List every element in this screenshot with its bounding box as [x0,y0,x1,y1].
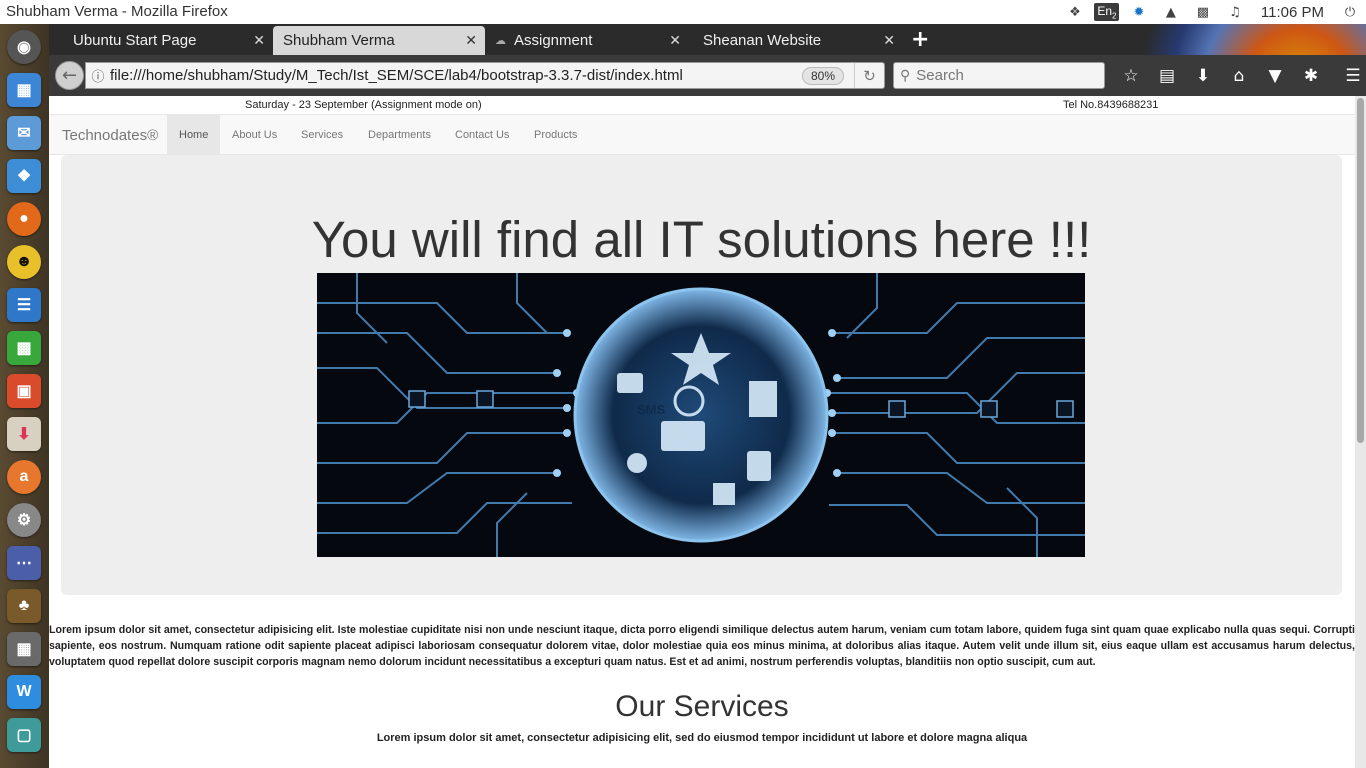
power-icon[interactable]: ⏻ [1334,0,1366,24]
navigation-toolbar: ⓘ file:///home/shubham/Study/M_Tech/Ist_… [49,55,1366,96]
search-input[interactable]: ⚲ Search [893,62,1105,89]
menu-icon[interactable]: ☰ [1335,63,1366,89]
services-subtitle: Lorem ipsum dolor sit amet, consectetur … [376,732,1028,744]
home-icon[interactable]: ⌂ [1221,63,1257,89]
download-icon[interactable]: ⬇ [1185,63,1221,89]
settings-icon[interactable]: ⚙ [7,503,41,537]
language-indicator[interactable]: En2 [1091,0,1123,24]
dropbox-launcher-icon[interactable]: ❖ [7,159,41,193]
new-tab-button[interactable]: + [911,27,929,52]
reload-icon[interactable]: ↻ [854,63,884,88]
pocket-icon[interactable]: ▼ [1257,63,1293,89]
brand-link[interactable]: Technodates® [62,127,158,144]
hero-image: SMS [317,273,1085,557]
volume-icon[interactable]: ♫ [1219,0,1251,24]
bookmark-star-icon[interactable]: ☆ [1113,63,1149,89]
nav-departments[interactable]: Departments [356,115,443,155]
info-bar: Saturday - 23 September (Assignment mode… [49,96,1355,114]
tab-label: Ubuntu Start Page [73,32,197,49]
tab-ubuntu-start-page[interactable]: Ubuntu Start Page ✕ [49,26,273,55]
services-title: Our Services [615,690,789,723]
page-icon: ☁ [495,35,506,47]
clock[interactable]: 11:06 PM [1251,0,1334,24]
url-bar[interactable]: ⓘ file:///home/shubham/Study/M_Tech/Ist_… [85,62,885,89]
site-navbar: Technodates® Home About Us Services Depa… [49,114,1355,155]
close-icon[interactable]: ✕ [883,32,895,49]
tab-assignment[interactable]: ☁ Assignment ✕ [487,26,689,55]
headline: You will find all IT solutions here !!! [311,211,1092,268]
software-center-icon[interactable]: ⬇ [7,417,41,451]
remote-desktop-icon[interactable]: ▢ [7,718,41,752]
window-title: Shubham Verma - Mozilla Firefox [6,3,228,20]
tab-sheanan-website[interactable]: Sheanan Website ✕ [693,26,903,55]
reading-list-icon[interactable]: ▤ [1149,63,1185,89]
nav-contact-us[interactable]: Contact Us [443,115,521,155]
notification-bell-icon[interactable]: ▲ [1155,0,1187,24]
web-page: Saturday - 23 September (Assignment mode… [49,96,1355,768]
page-scrollbar[interactable] [1355,96,1366,768]
game-icon[interactable]: ♣ [7,589,41,623]
nav-products[interactable]: Products [522,115,589,155]
wps-writer-icon[interactable]: W [7,675,41,709]
close-icon[interactable]: ✕ [253,32,265,49]
tab-shubham-verma[interactable]: Shubham Verma ✕ [273,26,485,55]
firefox-icon[interactable]: ● [7,202,41,236]
date-text: Saturday - 23 September (Assignment mode… [245,99,482,111]
close-icon[interactable]: ✕ [465,32,477,49]
nav-about-us[interactable]: About Us [220,115,289,155]
jumbotron: You will find all IT solutions here !!! [61,155,1342,595]
search-placeholder: Search [916,67,964,84]
tab-bar: Ubuntu Start Page ✕ Shubham Verma ✕ ☁ As… [49,24,1366,96]
circuit-globe-illustration: SMS [317,273,1085,557]
extension-icon[interactable]: ✱ [1293,63,1329,89]
amazon-icon[interactable]: a [7,460,41,494]
url-text[interactable]: file:///home/shubham/Study/M_Tech/Ist_SE… [110,67,802,84]
toolbar-icons: ☆ ▤ ⬇ ⌂ ▼ ✱ ☰ [1113,63,1366,89]
nav-services[interactable]: Services [289,115,355,155]
tab-label: Shubham Verma [283,32,395,49]
search-icon: ⚲ [900,67,911,83]
bluetooth-icon[interactable]: ✹ [1123,0,1155,24]
dash-icon[interactable]: ◉ [7,30,41,64]
dropbox-icon[interactable]: ❖ [1059,0,1091,24]
battery-icon[interactable]: ▩ [1187,0,1219,24]
system-tray: ❖ En2 ✹ ▲ ▩ ♫ 11:06 PM ⏻ [1059,0,1366,24]
tab-label: Assignment [514,32,593,49]
files-icon[interactable]: ▦ [7,73,41,107]
impress-icon[interactable]: ▣ [7,374,41,408]
calc-icon[interactable]: ▩ [7,331,41,365]
info-icon[interactable]: ⓘ [86,66,110,85]
nav-home[interactable]: Home [167,115,221,155]
zoom-indicator[interactable]: 80% [801,66,844,85]
intro-paragraph: Lorem ipsum dolor sit amet, consectetur … [49,624,1355,668]
writer-icon[interactable]: ☰ [7,288,41,322]
tel-text: Tel No.8439688231 [1063,99,1159,111]
tab-label: Sheanan Website [703,32,822,49]
top-panel: Shubham Verma - Mozilla Firefox ❖ En2 ✹ … [0,0,1366,24]
close-icon[interactable]: ✕ [669,32,681,49]
scrollbar-thumb[interactable] [1357,98,1364,443]
workspace-icon[interactable]: ⋯ [7,546,41,580]
mail-icon[interactable]: ✉ [7,116,41,150]
calculator-icon[interactable]: ▦ [7,632,41,666]
sms-label: SMS [637,402,666,417]
tux-icon[interactable]: ☻ [7,245,41,279]
launcher: ◉ ▦ ✉ ❖ ● ☻ ☰ ▩ ▣ ⬇ a ⚙ ⋯ ♣ ▦ W ▢ [0,24,49,768]
back-button[interactable]: ← [55,61,84,90]
